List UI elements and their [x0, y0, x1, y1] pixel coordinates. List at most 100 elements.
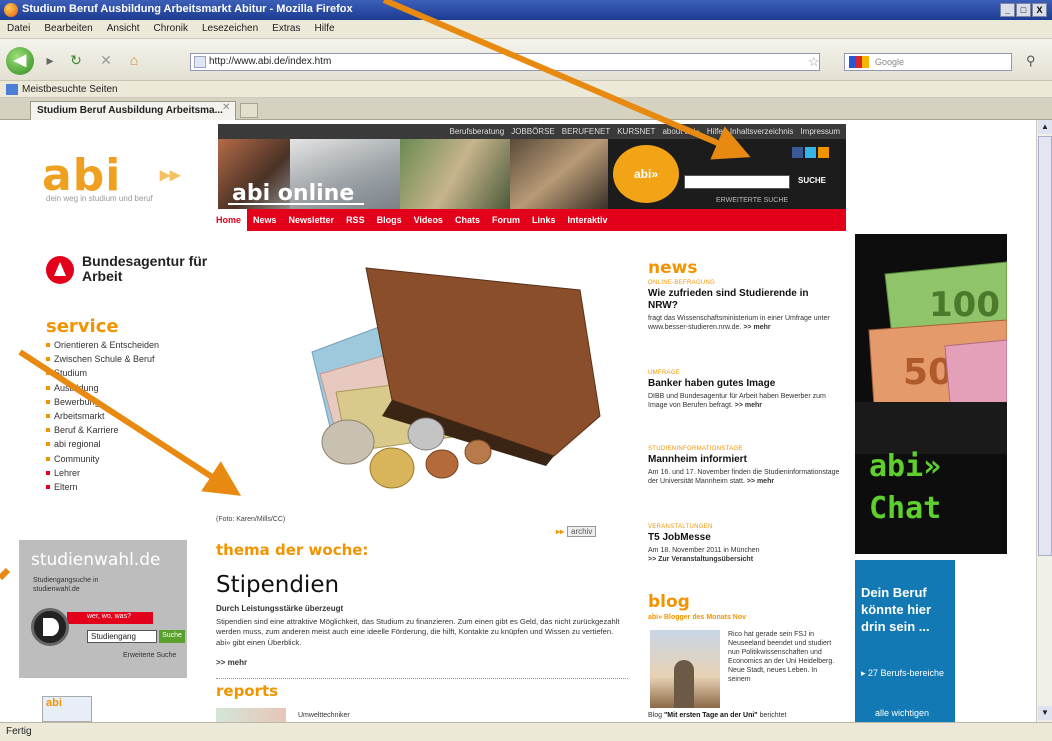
studienwahl-widget: studienwahl.de Studiengangsuche in studi…	[19, 540, 187, 678]
bundesagentur-logo-icon[interactable]	[46, 256, 74, 284]
blogger-photo[interactable]	[650, 630, 720, 708]
abi-badge[interactable]: abi»	[613, 145, 679, 203]
bookmark-star-icon[interactable]: ☆	[808, 54, 820, 70]
stop-button[interactable]: ✕	[96, 52, 116, 70]
menu-chronik[interactable]: Chronik	[147, 20, 195, 34]
service-item[interactable]: Eltern	[46, 482, 206, 496]
facebook-icon[interactable]	[792, 147, 803, 158]
service-item[interactable]: Studium	[46, 368, 206, 382]
nav-rss[interactable]: RSS	[340, 209, 371, 225]
reports-heading: reports	[216, 682, 279, 700]
reports-thumbnail[interactable]	[216, 708, 286, 722]
topnav-inhalt[interactable]: Inhaltsverzeichnis	[730, 127, 794, 136]
back-button[interactable]: ◀	[6, 47, 34, 75]
topnav-impressum[interactable]: Impressum	[800, 127, 840, 136]
new-tab-button[interactable]	[240, 103, 258, 118]
news-headline[interactable]: T5 JobMesse	[648, 532, 840, 544]
news-more-link[interactable]: >> Zur Veranstaltungsübersicht	[648, 556, 753, 563]
menu-ansicht[interactable]: Ansicht	[100, 20, 147, 34]
nav-news[interactable]: News	[247, 209, 283, 225]
abi-magazine-teaser[interactable]: abi	[42, 696, 92, 722]
studienwahl-title[interactable]: studienwahl.de	[31, 550, 161, 570]
studienwahl-play-icon	[31, 608, 69, 646]
tab-abi[interactable]: Studium Beruf Ausbildung Arbeitsma...	[30, 101, 236, 120]
reload-button[interactable]: ↻	[66, 52, 86, 70]
scroll-down-icon[interactable]: ▼	[1038, 706, 1052, 720]
thema-more-link[interactable]: >> mehr	[216, 658, 247, 667]
maximize-button[interactable]: □	[1016, 3, 1031, 17]
news-more-link[interactable]: >> mehr	[735, 402, 762, 409]
news-more-link[interactable]: >> mehr	[743, 324, 770, 331]
nav-forum[interactable]: Forum	[486, 209, 526, 225]
url-bar[interactable]: http://www.abi.de/index.htm	[190, 53, 820, 71]
reports-item-label[interactable]: Umwelttechniker	[298, 712, 350, 719]
menu-datei[interactable]: Datei	[0, 20, 37, 34]
rss-icon[interactable]	[818, 147, 829, 158]
service-item[interactable]: Zwischen Schule & Beruf	[46, 354, 206, 368]
news-headline[interactable]: Banker haben gutes Image	[648, 378, 840, 390]
beruf-ad[interactable]: Dein Beruf könnte hier drin sein ... ▸ 2…	[855, 560, 955, 722]
menu-hilfe[interactable]: Hilfe	[308, 20, 342, 34]
service-item[interactable]: Arbeitsmarkt	[46, 411, 206, 425]
tab-close-icon[interactable]: ✕	[222, 102, 230, 113]
home-button[interactable]: ⌂	[124, 52, 144, 70]
site-search-input[interactable]	[684, 175, 790, 189]
nav-interaktiv[interactable]: Interaktiv	[561, 209, 613, 225]
nav-chats[interactable]: Chats	[449, 209, 486, 225]
twitter-icon[interactable]	[805, 147, 816, 158]
service-item[interactable]: Community	[46, 454, 206, 468]
thema-headline[interactable]: Stipendien	[216, 572, 339, 598]
topnav-jobboerse[interactable]: JOBBÖRSE	[511, 127, 555, 136]
web-search-box[interactable]: Google	[844, 53, 1012, 71]
service-item[interactable]: Bewerbung	[46, 397, 206, 411]
nav-links[interactable]: Links	[526, 209, 562, 225]
service-item[interactable]: Beruf & Karriere	[46, 425, 206, 439]
news-kicker: Veranstaltungen	[648, 524, 713, 530]
studiengang-search-button[interactable]: Suche	[159, 630, 185, 643]
studiengang-input[interactable]: Studiengang	[87, 630, 157, 643]
service-item[interactable]: abi regional	[46, 439, 206, 453]
nav-home[interactable]: Home	[210, 209, 248, 231]
site-identity-icon[interactable]	[194, 56, 206, 68]
site-search-button[interactable]: SUCHE	[798, 176, 826, 185]
scroll-thumb[interactable]	[1038, 136, 1052, 556]
service-item[interactable]: Lehrer	[46, 468, 206, 482]
banner-photo-group	[510, 139, 608, 209]
hero-image-wallet[interactable]	[216, 256, 612, 512]
extended-search-link[interactable]: ERWEITERTE SUCHE	[716, 197, 788, 204]
news-item: Veranstaltungen T5 JobMesse Am 18. Novem…	[648, 524, 840, 564]
service-item[interactable]: Orientieren & Entscheiden	[46, 340, 206, 354]
topnav-hilfe[interactable]: Hilfe	[707, 127, 723, 136]
banknotes-illustration: 100 50	[855, 234, 1007, 454]
search-go-icon[interactable]: ⚲	[1026, 53, 1036, 69]
nav-videos[interactable]: Videos	[408, 209, 449, 225]
news-headline[interactable]: Mannheim informiert	[648, 454, 840, 466]
minimize-button[interactable]: _	[1000, 3, 1015, 17]
banner-photo-lecture	[400, 139, 510, 209]
service-item[interactable]: Ausbildung	[46, 383, 206, 397]
topnav-berufenet[interactable]: BERUFENET	[562, 127, 610, 136]
bookmark-meistbesuchte[interactable]: Meistbesuchte Seiten	[22, 84, 118, 95]
topnav-about[interactable]: about abi»	[662, 127, 699, 136]
blog-subheading[interactable]: abi» Blogger des Monats Nov	[648, 614, 746, 621]
news-more-link[interactable]: >> mehr	[747, 478, 774, 485]
menu-lesezeichen[interactable]: Lesezeichen	[195, 20, 265, 34]
topnav-berufsberatung[interactable]: Berufsberatung	[449, 127, 504, 136]
nav-newsletter[interactable]: Newsletter	[283, 209, 341, 225]
archive-link[interactable]: ▸▸ archiv	[556, 526, 597, 537]
google-engine-icon[interactable]	[849, 56, 869, 68]
close-window-button[interactable]: X	[1032, 3, 1047, 17]
bundesagentur-name[interactable]: Bundesagentur für Arbeit	[82, 254, 212, 284]
scroll-up-icon[interactable]: ▲	[1038, 120, 1052, 134]
news-headline[interactable]: Wie zufrieden sind Studierende in NRW?	[648, 288, 840, 312]
vertical-scrollbar[interactable]: ▲ ▼	[1036, 120, 1052, 722]
studienwahl-extended-link[interactable]: Erweiterte Suche	[123, 652, 176, 659]
topnav-kursnet[interactable]: KURSNET	[617, 127, 655, 136]
nav-blogs[interactable]: Blogs	[371, 209, 408, 225]
menu-extras[interactable]: Extras	[265, 20, 307, 34]
top-utility-nav: Berufsberatung JOBBÖRSE BERUFENET KURSNET ab…	[218, 124, 846, 139]
menu-bearbeiten[interactable]: Bearbeiten	[37, 20, 99, 34]
forward-button[interactable]: ▸	[40, 52, 60, 70]
blog-post-link[interactable]: "Mit ersten Tage an der Uni"	[664, 712, 758, 719]
abi-chat-ad[interactable]: 100 50 abi» Chat	[855, 234, 1007, 554]
